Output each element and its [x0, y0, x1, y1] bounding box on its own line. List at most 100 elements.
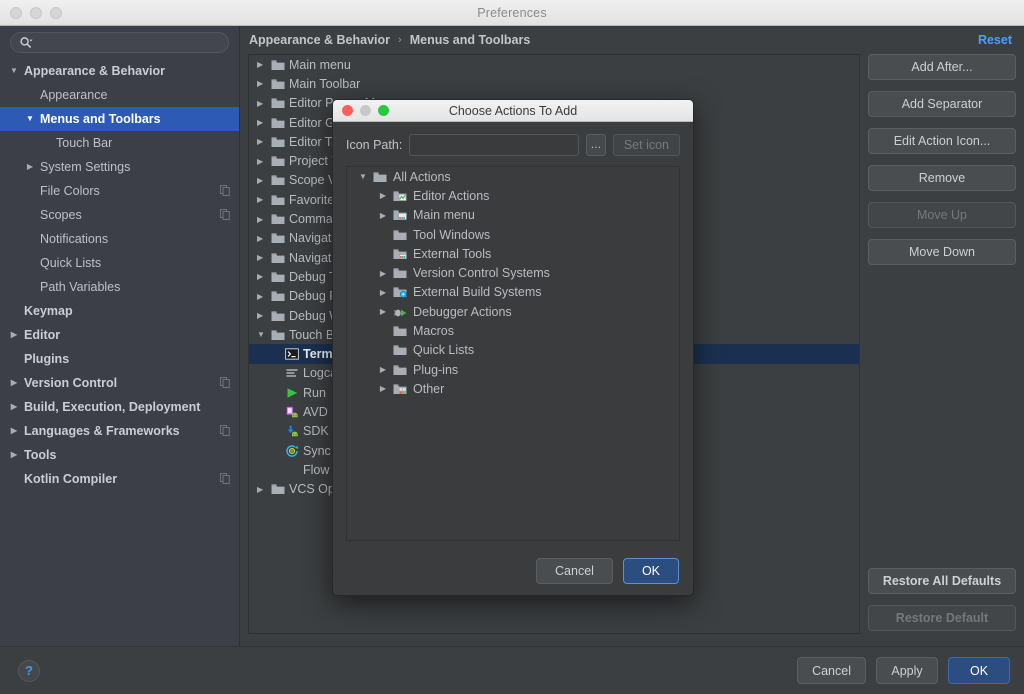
chevron-right-icon[interactable]: ▶	[8, 403, 20, 411]
sidebar-item-appearance[interactable]: Appearance	[0, 83, 239, 107]
action-tree-row-label: Main menu	[413, 208, 475, 223]
remove-button[interactable]: Remove	[868, 165, 1016, 191]
editor-actions-icon	[393, 190, 413, 202]
sidebar-item-path-variables[interactable]: Path Variables	[0, 275, 239, 299]
sidebar-item-version-control[interactable]: ▶ Version Control	[0, 371, 239, 395]
breadcrumb: Appearance & Behavior › Menus and Toolba…	[241, 26, 1024, 54]
dialog-cancel-button[interactable]: Cancel	[536, 558, 613, 584]
chevron-down-icon[interactable]: ▼	[8, 67, 20, 75]
action-tree-row[interactable]: ▶ Other	[347, 379, 679, 398]
action-tree-row[interactable]: Quick Lists	[347, 341, 679, 360]
chevron-right-icon[interactable]: ▶	[257, 253, 271, 262]
chevron-right-icon[interactable]: ▶	[257, 79, 271, 88]
chevron-right-icon[interactable]: ▶	[257, 292, 271, 301]
action-tree-row[interactable]: ▶ External Build Systems	[347, 283, 679, 302]
chevron-right-icon[interactable]: ▶	[257, 272, 271, 281]
sidebar-item-plugins[interactable]: Plugins	[0, 347, 239, 371]
folder-icon	[393, 229, 413, 241]
sidebar-item-quick-lists[interactable]: Quick Lists	[0, 251, 239, 275]
breadcrumb-leaf: Menus and Toolbars	[409, 33, 531, 47]
action-tree-row-label: Quick Lists	[413, 343, 475, 358]
add-separator-button[interactable]: Add Separator	[868, 91, 1016, 117]
chevron-right-icon[interactable]: ▶	[257, 176, 271, 185]
chevron-down-icon[interactable]: ▼	[257, 330, 271, 339]
chevron-right-icon[interactable]: ▶	[373, 191, 393, 200]
chevron-right-icon[interactable]: ▶	[373, 307, 393, 316]
action-tree-row[interactable]: ▶ Version Control Systems	[347, 263, 679, 282]
action-tree-row[interactable]: ▶ Debugger Actions	[347, 302, 679, 321]
sidebar-item-kotlin-compiler[interactable]: Kotlin Compiler	[0, 467, 239, 491]
dialog-ok-button[interactable]: OK	[622, 558, 679, 584]
chevron-right-icon[interactable]: ▶	[8, 427, 20, 435]
help-button[interactable]: ?	[18, 659, 40, 682]
action-tree-row[interactable]: ▼ All Actions	[347, 167, 679, 186]
ok-button[interactable]: OK	[948, 657, 1010, 684]
chevron-right-icon[interactable]: ▶	[257, 137, 271, 146]
move-down-button[interactable]: Move Down	[868, 239, 1016, 265]
chevron-right-icon[interactable]: ▶	[373, 384, 393, 393]
sidebar-item-label: Editor	[24, 328, 61, 342]
sidebar-item-label: File Colors	[40, 184, 100, 198]
chevron-right-icon[interactable]: ▶	[257, 485, 271, 494]
icon-path-row: Icon Path: … Set icon	[346, 134, 680, 156]
action-tree-row[interactable]: ▶ Plug-ins	[347, 360, 679, 379]
icon-path-input[interactable]	[409, 134, 579, 156]
reset-link[interactable]: Reset	[978, 33, 1012, 47]
sidebar-item-scopes[interactable]: Scopes	[0, 203, 239, 227]
sidebar-item-system-settings[interactable]: ▶ System Settings	[0, 155, 239, 179]
tree-row[interactable]: ▶ Main Toolbar	[249, 74, 859, 93]
tree-row[interactable]: ▶ Main menu	[249, 55, 859, 74]
chevron-right-icon[interactable]: ▶	[257, 195, 271, 204]
chevron-right-icon[interactable]: ▶	[24, 163, 36, 171]
sidebar-item-languages-frameworks[interactable]: ▶ Languages & Frameworks	[0, 419, 239, 443]
breadcrumb-root[interactable]: Appearance & Behavior	[249, 33, 390, 47]
sidebar-item-build-execution-deployment[interactable]: ▶ Build, Execution, Deployment	[0, 395, 239, 419]
search-input[interactable]	[33, 35, 220, 50]
folder-icon	[271, 483, 289, 495]
chevron-right-icon[interactable]: ▶	[8, 331, 20, 339]
chevron-right-icon[interactable]: ▶	[373, 211, 393, 220]
sidebar-item-appearance-behavior[interactable]: ▼ Appearance & Behavior	[0, 59, 239, 83]
sidebar-item-file-colors[interactable]: File Colors	[0, 179, 239, 203]
apply-button[interactable]: Apply	[876, 657, 938, 684]
sidebar-item-label: Build, Execution, Deployment	[24, 400, 201, 414]
folder-icon	[271, 232, 289, 244]
set-icon-button[interactable]: Set icon	[612, 134, 680, 156]
action-tree-row[interactable]: Macros	[347, 321, 679, 340]
cancel-button[interactable]: Cancel	[797, 657, 866, 684]
chevron-right-icon[interactable]: ▶	[8, 451, 20, 459]
chevron-right-icon[interactable]: ▶	[257, 118, 271, 127]
chevron-right-icon[interactable]: ▶	[373, 365, 393, 374]
edit-action-icon-button[interactable]: Edit Action Icon...	[868, 128, 1016, 154]
action-tree-row[interactable]: Tool Windows	[347, 225, 679, 244]
action-tree-row[interactable]: ▶ Main menu	[347, 206, 679, 225]
chevron-right-icon[interactable]: ▶	[257, 234, 271, 243]
chevron-right-icon[interactable]: ▶	[257, 157, 271, 166]
add-after-button[interactable]: Add After...	[868, 54, 1016, 80]
sidebar-item-touch-bar[interactable]: Touch Bar	[0, 131, 239, 155]
sidebar-item-label: Tools	[24, 448, 57, 462]
all-actions-tree[interactable]: ▼ All Actions ▶ Editor Actions ▶ Main menu Too…	[346, 166, 680, 541]
sidebar-item-keymap[interactable]: Keymap	[0, 299, 239, 323]
action-tree-row-label: Other	[413, 381, 445, 396]
dialog-title: Choose Actions To Add	[448, 103, 578, 118]
sidebar-item-editor[interactable]: ▶ Editor	[0, 323, 239, 347]
action-tree-row[interactable]: External Tools	[347, 244, 679, 263]
restore-all-defaults-button[interactable]: Restore All Defaults	[868, 568, 1016, 594]
chevron-right-icon[interactable]: ▶	[373, 288, 393, 297]
chevron-right-icon[interactable]: ▶	[257, 311, 271, 320]
action-tree-row[interactable]: ▶ Editor Actions	[347, 186, 679, 205]
chevron-right-icon[interactable]: ▶	[373, 269, 393, 278]
chevron-right-icon[interactable]: ▶	[8, 379, 20, 387]
sidebar-item-menus-and-toolbars[interactable]: ▼ Menus and Toolbars	[0, 107, 239, 131]
chevron-down-icon[interactable]: ▼	[24, 115, 36, 123]
chevron-right-icon[interactable]: ▶	[257, 215, 271, 224]
chevron-down-icon[interactable]: ▼	[353, 172, 373, 181]
sidebar-item-notifications[interactable]: Notifications	[0, 227, 239, 251]
chevron-right-icon[interactable]: ▶	[257, 99, 271, 108]
chevron-right-icon[interactable]: ▶	[257, 60, 271, 69]
sidebar-item-tools[interactable]: ▶ Tools	[0, 443, 239, 467]
browse-icon-button[interactable]: …	[585, 134, 606, 156]
breadcrumb-separator-icon: ›	[398, 34, 402, 46]
search-box[interactable]	[10, 32, 229, 53]
